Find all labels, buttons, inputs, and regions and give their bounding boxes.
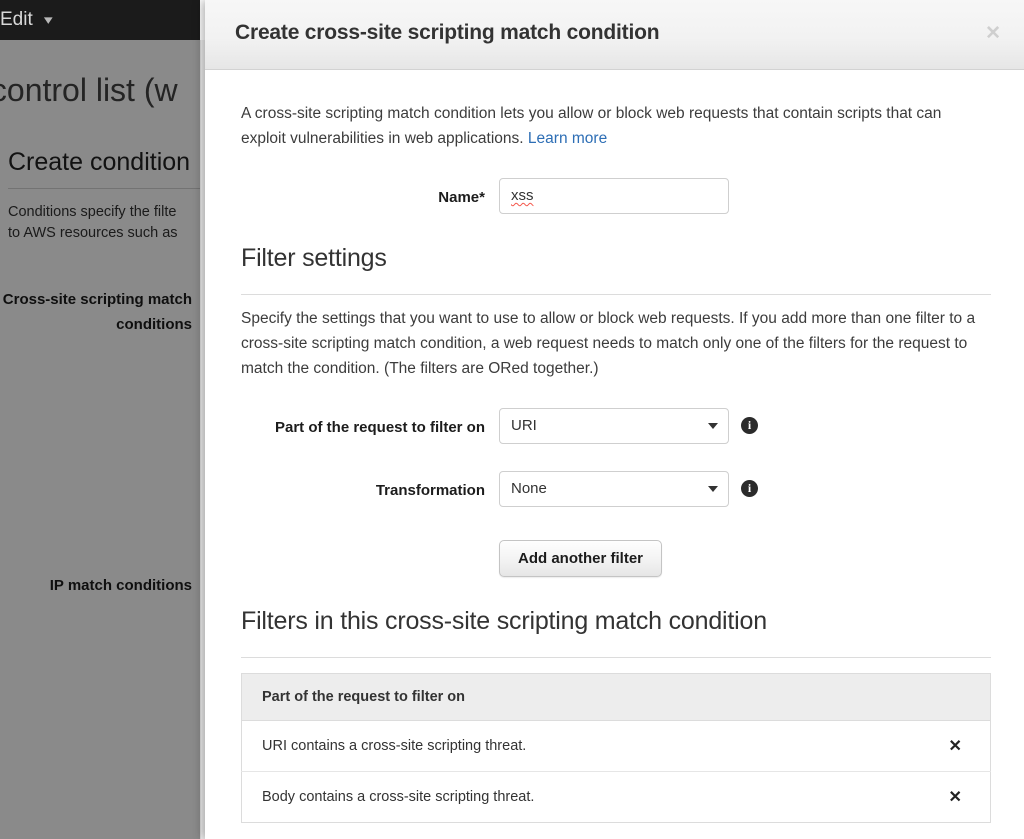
transformation-row: Transformation None i [241,470,988,507]
create-xss-match-condition-modal: Create cross-site scripting match condit… [205,0,1024,839]
transformation-label: Transformation [375,481,485,499]
transformation-select-wrapper: None [499,470,729,507]
filter-settings-description: Specify the settings that you want to us… [241,309,976,377]
table-row: URI contains a cross-site scripting thre… [241,720,991,772]
part-of-request-row: Part of the request to filter on URI i [241,407,988,444]
delete-filter-cell: ✕ [920,720,991,772]
chevron-down-icon[interactable]: ▾ [44,12,53,28]
info-icon[interactable]: i [741,416,758,434]
background-navbar: Edit ▾ [0,0,200,40]
filters-list-divider [241,656,991,658]
filters-table-head: Part of the request to filter on [241,673,991,721]
filters-table-body: URI contains a cross-site scripting thre… [241,720,991,822]
learn-more-link[interactable]: Learn more [528,130,607,147]
name-field-label: Name* [438,189,485,206]
modal-header: Create cross-site scripting match condit… [205,0,1024,70]
delete-filter-cell: ✕ [920,771,991,822]
background-paragraph-line-2: to AWS resources such as [8,225,178,241]
info-icon[interactable]: i [741,479,758,497]
filters-list-heading: Filters in this cross-site scripting mat… [241,606,767,635]
name-field-row: Name* xss [241,178,988,214]
background-divider [8,188,200,189]
transformation-select[interactable]: None [499,470,729,507]
modal-intro-text: A cross-site scripting match condition l… [241,101,986,151]
name-input[interactable]: xss [499,178,729,214]
modal-title: Create cross-site scripting match condit… [235,21,660,44]
column-header-part-of-request: Part of the request to filter on [241,673,991,721]
background-content: s control list (w Create condition Condi… [0,40,200,839]
background-paragraph-line-1: Conditions specify the filte [8,204,177,220]
filter-settings-divider [241,293,991,295]
part-of-request-select-wrapper: URI [499,407,729,444]
navbar-edit-menu[interactable]: Edit [0,9,33,31]
modal-body: A cross-site scripting match condition l… [205,101,1024,823]
delete-filter-icon[interactable]: ✕ [949,738,962,755]
filters-table: Part of the request to filter on URI con… [241,672,991,823]
filter-settings-heading: Filter settings [241,244,387,272]
filter-description: URI contains a cross-site scripting thre… [241,720,921,772]
add-another-filter-button[interactable]: Add another filter [499,539,663,577]
filter-description: Body contains a cross-site scripting thr… [241,771,921,822]
background-section-heading: Create condition [8,148,191,176]
background-paragraph: Conditions specify the filte to AWS reso… [8,202,200,244]
table-header-row: Part of the request to filter on [241,673,991,721]
name-input-value: xss [511,187,534,204]
background-label-xss-conditions: Cross-site scripting match conditions [2,291,192,333]
background-label-ip-conditions: IP match conditions [49,577,192,594]
delete-filter-icon[interactable]: ✕ [949,789,962,806]
background-page-title: s control list (w [0,72,178,108]
table-row: Body contains a cross-site scripting thr… [241,771,991,822]
part-of-request-select[interactable]: URI [499,407,729,444]
part-of-request-label: Part of the request to filter on [274,418,485,436]
add-filter-button-row: Add another filter [241,539,988,577]
close-icon[interactable]: ✕ [985,24,1001,43]
